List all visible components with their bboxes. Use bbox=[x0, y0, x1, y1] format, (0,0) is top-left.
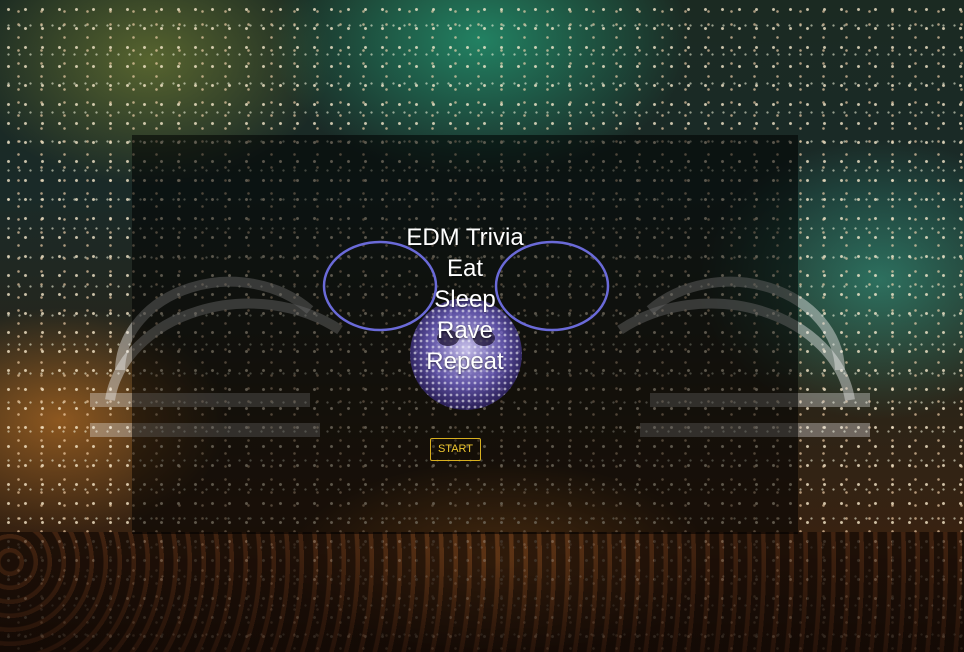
title-line-rave: Rave bbox=[436, 317, 494, 344]
start-button[interactable]: START bbox=[430, 438, 481, 461]
title-line-eat: Eat bbox=[446, 255, 484, 282]
background-image: EDM Trivia Eat Sleep Rave Repeat START bbox=[0, 0, 964, 652]
title-line-repeat: Repeat bbox=[426, 348, 504, 375]
title-line-sleep: Sleep bbox=[434, 286, 496, 313]
title-block: EDM Trivia Eat Sleep Rave Repeat bbox=[132, 222, 798, 377]
crowd-decoration bbox=[0, 532, 964, 652]
title-line-game-name: EDM Trivia bbox=[406, 224, 524, 251]
